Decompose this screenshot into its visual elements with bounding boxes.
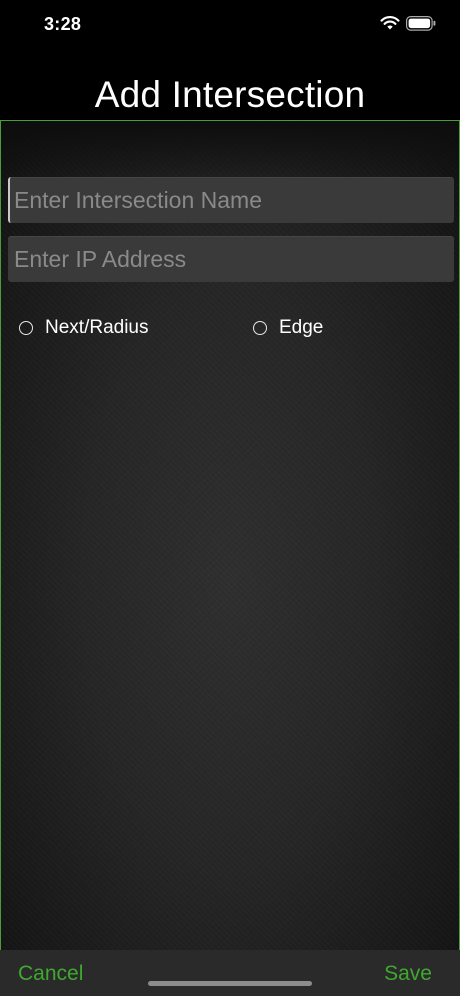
form-panel: Next/Radius Edge xyxy=(0,120,460,951)
intersection-name-input[interactable] xyxy=(8,177,454,223)
radio-circle-icon[interactable] xyxy=(253,321,267,335)
cancel-button[interactable]: Cancel xyxy=(18,962,83,986)
status-bar: 3:28 xyxy=(0,0,460,52)
wifi-icon xyxy=(380,16,400,30)
radio-next-radius-label: Next/Radius xyxy=(45,317,149,338)
screen: 3:28 Add Intersection Next/Radius Edge C… xyxy=(0,0,460,996)
status-time: 3:28 xyxy=(44,14,82,34)
ip-address-input[interactable] xyxy=(8,236,454,282)
radio-next-radius[interactable]: Next/Radius xyxy=(19,317,149,339)
top-shade xyxy=(1,121,459,181)
radio-circle-icon[interactable] xyxy=(19,321,33,335)
save-button[interactable]: Save xyxy=(384,962,432,986)
battery-icon xyxy=(406,16,436,31)
bottom-toolbar: Cancel Save xyxy=(0,950,460,996)
radio-edge[interactable]: Edge xyxy=(253,317,323,339)
radio-edge-label: Edge xyxy=(279,317,324,338)
page-title: Add Intersection xyxy=(94,74,366,115)
home-indicator[interactable] xyxy=(148,981,312,986)
